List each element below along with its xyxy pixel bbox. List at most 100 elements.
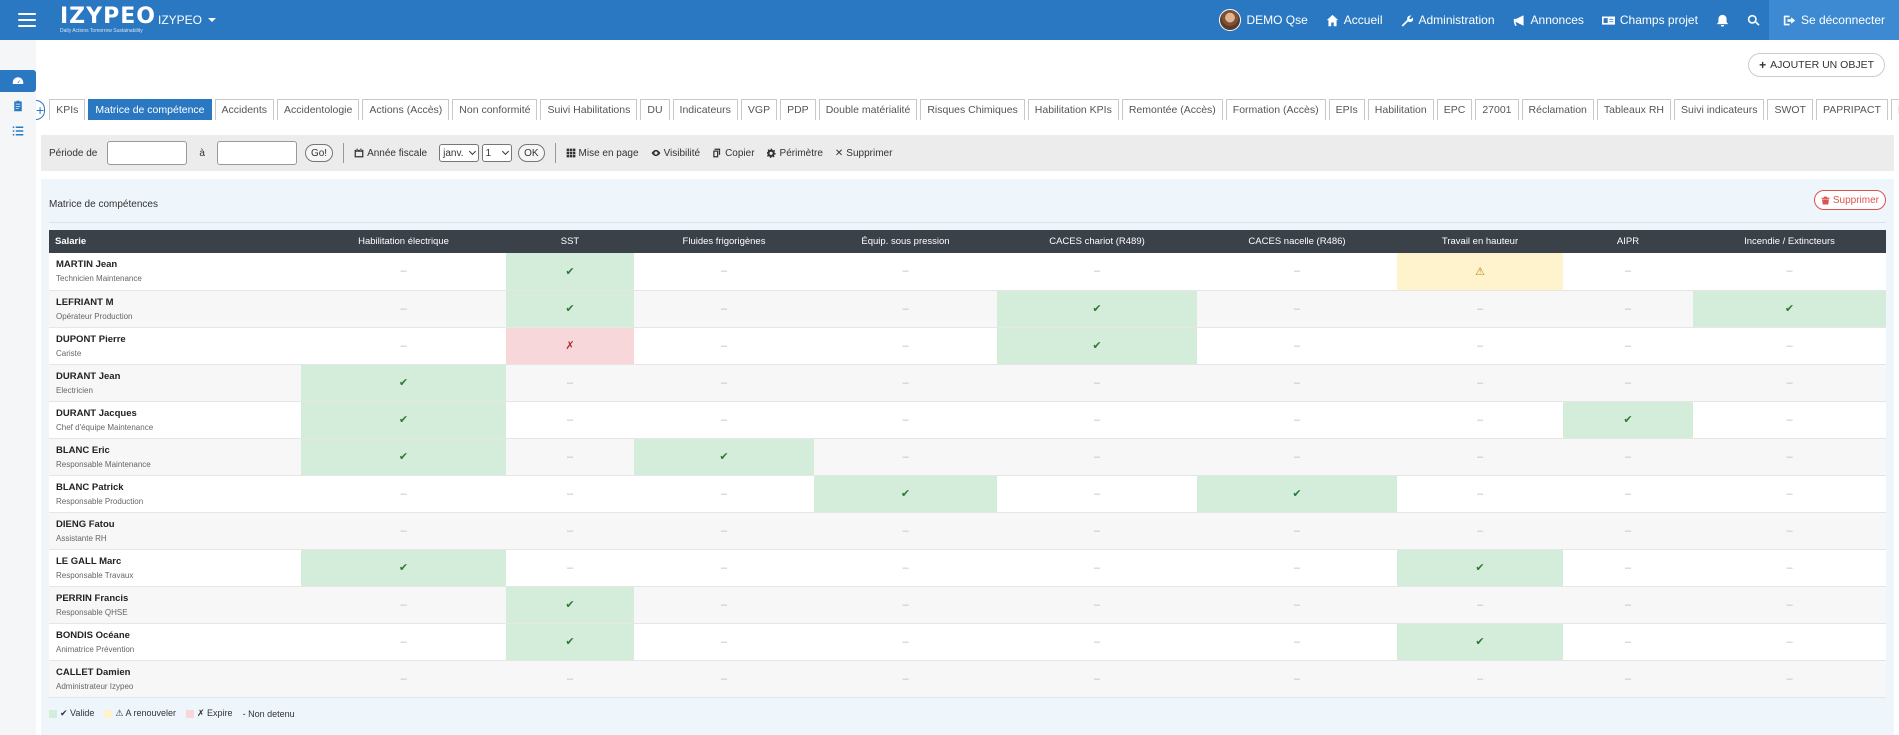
competence-cell[interactable]: –	[301, 623, 506, 661]
competence-cell[interactable]: –	[1197, 512, 1397, 550]
competence-cell[interactable]: –	[1397, 475, 1563, 513]
add-object-button[interactable]: + AJOUTER UN OBJET	[1748, 53, 1885, 77]
competence-cell[interactable]: ✔	[301, 364, 506, 402]
nav-administration[interactable]: Administration	[1391, 0, 1503, 40]
competence-cell[interactable]: –	[1197, 327, 1397, 365]
competence-cell[interactable]: –	[814, 512, 997, 550]
competence-cell[interactable]: –	[506, 512, 634, 550]
competence-cell[interactable]: –	[1563, 512, 1693, 550]
competence-cell[interactable]: –	[1397, 586, 1563, 624]
tab-item[interactable]: Non conformité	[452, 99, 538, 120]
tab-item[interactable]: KPIs	[49, 99, 86, 120]
competence-cell[interactable]: –	[301, 290, 506, 328]
competence-cell[interactable]: –	[1563, 586, 1693, 624]
competence-cell[interactable]: –	[1563, 253, 1693, 291]
hamburger-menu-icon[interactable]	[0, 0, 54, 40]
competence-cell[interactable]: –	[1693, 475, 1886, 513]
competence-cell[interactable]: –	[1197, 253, 1397, 291]
competence-cell[interactable]: –	[634, 401, 814, 439]
competence-cell[interactable]: –	[814, 253, 997, 291]
competence-cell[interactable]: –	[634, 327, 814, 365]
competence-cell[interactable]: –	[1397, 438, 1563, 476]
competence-cell[interactable]: ✔	[506, 586, 634, 624]
tab-item[interactable]: Habilitation KPIs	[1027, 99, 1119, 120]
tab-item[interactable]: PAPRIPACT	[1815, 99, 1888, 120]
competence-cell[interactable]: –	[1693, 327, 1886, 365]
competence-cell[interactable]: ✔	[506, 623, 634, 661]
competence-cell[interactable]: ✔	[301, 549, 506, 587]
tab-item[interactable]: Suivi indicateurs	[1674, 99, 1765, 120]
competence-cell[interactable]: –	[1563, 660, 1693, 698]
go-button[interactable]: Go!	[304, 144, 334, 162]
layout-button[interactable]: Mise en page	[566, 148, 639, 159]
competence-cell[interactable]: –	[997, 438, 1197, 476]
competence-cell[interactable]: –	[814, 438, 997, 476]
ok-button[interactable]: OK	[518, 144, 545, 162]
rail-dashboard[interactable]	[0, 70, 36, 92]
competence-cell[interactable]: –	[997, 401, 1197, 439]
competence-cell[interactable]: –	[1693, 364, 1886, 402]
competence-cell[interactable]: –	[506, 549, 634, 587]
competence-cell[interactable]: –	[634, 623, 814, 661]
competence-cell[interactable]: –	[1563, 475, 1693, 513]
competence-cell[interactable]: –	[1693, 549, 1886, 587]
tab-item[interactable]: DU	[640, 99, 670, 120]
competence-cell[interactable]: ✔	[301, 438, 506, 476]
competence-cell[interactable]: –	[997, 475, 1197, 513]
visibility-button[interactable]: Visibilité	[651, 148, 700, 159]
tab-item[interactable]: VGP	[740, 99, 778, 120]
competence-cell[interactable]: –	[1397, 364, 1563, 402]
competence-cell[interactable]: –	[506, 660, 634, 698]
rail-list[interactable]	[0, 120, 36, 142]
competence-cell[interactable]: ✔	[506, 253, 634, 291]
competence-cell[interactable]: –	[1397, 290, 1563, 328]
competence-cell[interactable]: ✔	[997, 327, 1197, 365]
competence-cell[interactable]: –	[634, 290, 814, 328]
toolbar-delete-button[interactable]: ✕ Supprimer	[835, 148, 893, 159]
tab-item[interactable]: Tableaux RH	[1596, 99, 1672, 120]
competence-cell[interactable]: ✔	[997, 290, 1197, 328]
competence-cell[interactable]: –	[506, 438, 634, 476]
logout-button[interactable]: Se déconnecter	[1768, 0, 1899, 40]
tab-item[interactable]: Formation	[1890, 99, 1899, 120]
logo[interactable]: IZYPEO Daily Actions Tomorrow Sustainabi…	[60, 4, 155, 36]
competence-cell[interactable]: –	[1397, 327, 1563, 365]
competence-cell[interactable]: –	[1397, 401, 1563, 439]
competence-cell[interactable]: –	[1693, 623, 1886, 661]
competence-cell[interactable]: –	[997, 512, 1197, 550]
competence-cell[interactable]: –	[1563, 364, 1693, 402]
tab-item[interactable]: Matrice de compétence	[88, 99, 212, 120]
tab-item[interactable]: Remontée (Accès)	[1121, 99, 1223, 120]
competence-cell[interactable]: ✗	[506, 327, 634, 365]
copy-button[interactable]: Copier	[712, 148, 755, 159]
competence-cell[interactable]: –	[997, 253, 1197, 291]
competence-cell[interactable]: –	[301, 475, 506, 513]
tab-item[interactable]: Formation (Accès)	[1225, 99, 1326, 120]
competence-cell[interactable]: –	[814, 364, 997, 402]
tab-item[interactable]: 27001	[1475, 99, 1519, 120]
competence-cell[interactable]: ✔	[1397, 549, 1563, 587]
competence-cell[interactable]: –	[634, 512, 814, 550]
competence-cell[interactable]: –	[506, 364, 634, 402]
competence-cell[interactable]: –	[814, 549, 997, 587]
competence-cell[interactable]: –	[1693, 253, 1886, 291]
competence-cell[interactable]: –	[1197, 586, 1397, 624]
competence-cell[interactable]: –	[634, 549, 814, 587]
rail-documents[interactable]	[0, 95, 36, 117]
competence-cell[interactable]: –	[1563, 438, 1693, 476]
competence-cell[interactable]: –	[997, 586, 1197, 624]
competence-cell[interactable]: –	[1563, 623, 1693, 661]
competence-cell[interactable]: ✔	[814, 475, 997, 513]
tab-item[interactable]: Accidents	[214, 99, 275, 120]
search-button[interactable]	[1738, 0, 1769, 40]
day-select[interactable]: 1	[481, 144, 513, 162]
competence-cell[interactable]: ✔	[506, 290, 634, 328]
competence-cell[interactable]: –	[301, 253, 506, 291]
competence-cell[interactable]: –	[301, 512, 506, 550]
competence-cell[interactable]: –	[506, 401, 634, 439]
competence-cell[interactable]: –	[506, 475, 634, 513]
competence-cell[interactable]: –	[997, 364, 1197, 402]
competence-cell[interactable]: –	[814, 401, 997, 439]
tab-item[interactable]: Accidentologie	[277, 99, 360, 120]
competence-cell[interactable]: –	[1693, 512, 1886, 550]
